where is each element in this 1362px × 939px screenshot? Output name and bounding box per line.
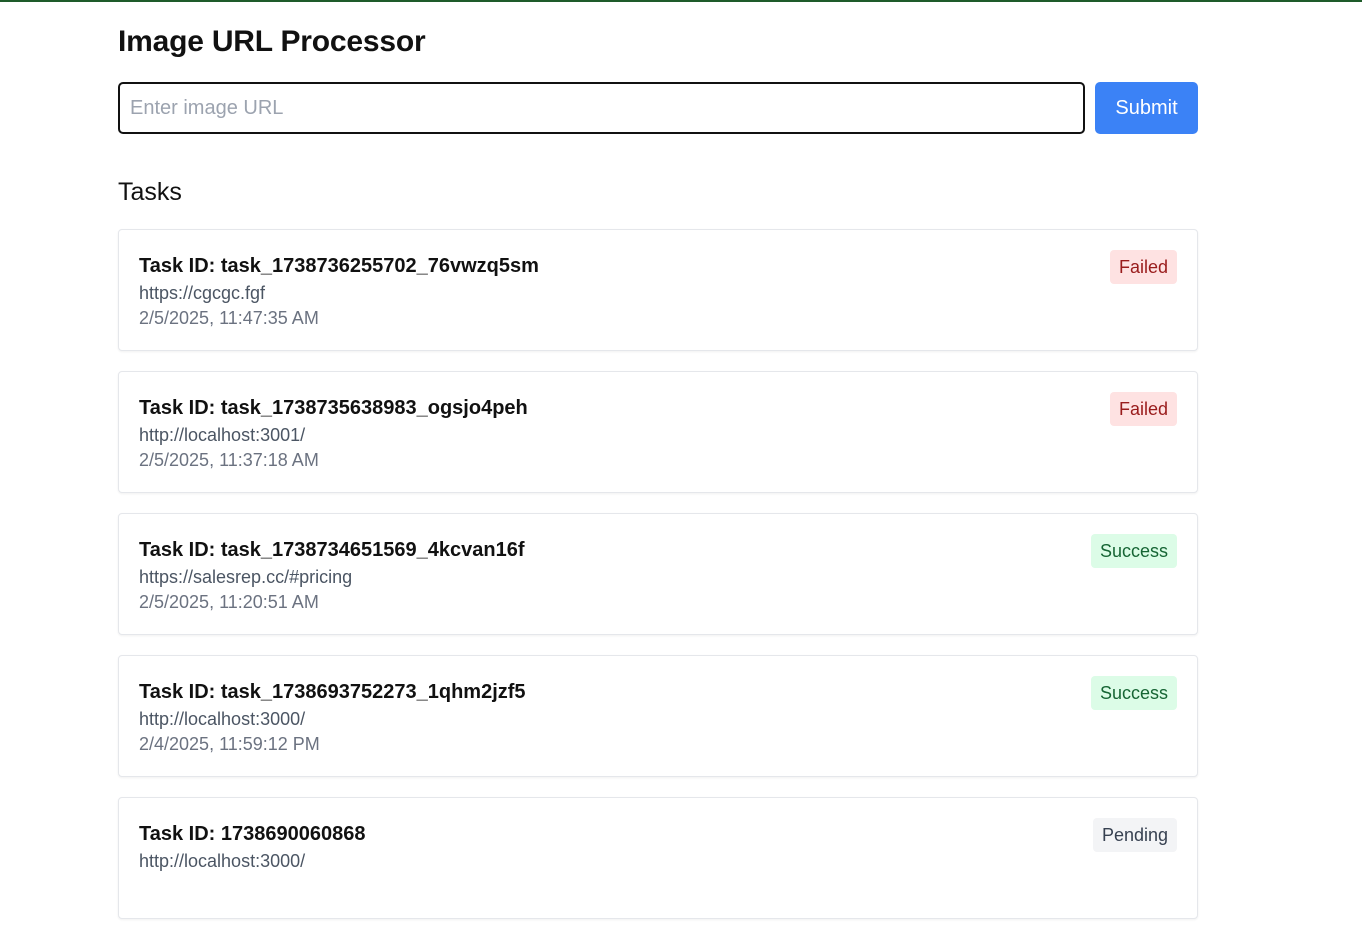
tasks-heading: Tasks xyxy=(118,178,182,206)
task-timestamp: 2/4/2025, 11:59:12 PM xyxy=(139,734,320,754)
task-url: https://cgcgc.fgf xyxy=(139,283,266,303)
page-title: Image URL Processor xyxy=(118,25,426,58)
image-url-input[interactable] xyxy=(118,82,1085,134)
task-url: http://localhost:3000/ xyxy=(139,851,306,871)
task-list: Task ID: task_1738736255702_76vwzq5sm ht… xyxy=(118,229,1198,939)
task-url: https://salesrep.cc/#pricing xyxy=(139,567,353,587)
task-card: Task ID: 1738690060868 http://localhost:… xyxy=(118,797,1198,919)
task-url: http://localhost:3001/ xyxy=(139,425,306,445)
url-form: Submit xyxy=(118,82,1198,134)
status-badge: Success xyxy=(1090,534,1177,568)
task-timestamp: 2/5/2025, 11:20:51 AM xyxy=(139,592,319,612)
task-id: Task ID: task_1738693752273_1qhm2jzf5 xyxy=(139,681,526,703)
status-badge: Success xyxy=(1090,676,1177,710)
task-card: Task ID: task_1738693752273_1qhm2jzf5 ht… xyxy=(118,655,1198,777)
status-badge: Pending xyxy=(1092,818,1177,852)
task-card: Task ID: task_1738734651569_4kcvan16f ht… xyxy=(118,513,1198,635)
task-card: Task ID: task_1738736255702_76vwzq5sm ht… xyxy=(118,229,1198,351)
top-accent-bar xyxy=(0,0,1362,2)
task-card: Task ID: task_1738735638983_ogsjo4peh ht… xyxy=(118,371,1198,493)
task-timestamp: 2/5/2025, 11:47:35 AM xyxy=(139,308,319,328)
task-id: Task ID: task_1738734651569_4kcvan16f xyxy=(139,539,525,561)
task-id: Task ID: task_1738735638983_ogsjo4peh xyxy=(139,397,528,419)
status-badge: Failed xyxy=(1109,392,1177,426)
task-id: Task ID: 1738690060868 xyxy=(139,823,366,845)
submit-button[interactable]: Submit xyxy=(1095,82,1198,134)
task-id: Task ID: task_1738736255702_76vwzq5sm xyxy=(139,255,539,277)
status-badge: Failed xyxy=(1109,250,1177,284)
task-url: http://localhost:3000/ xyxy=(139,709,306,729)
task-timestamp: 2/5/2025, 11:37:18 AM xyxy=(139,450,319,470)
